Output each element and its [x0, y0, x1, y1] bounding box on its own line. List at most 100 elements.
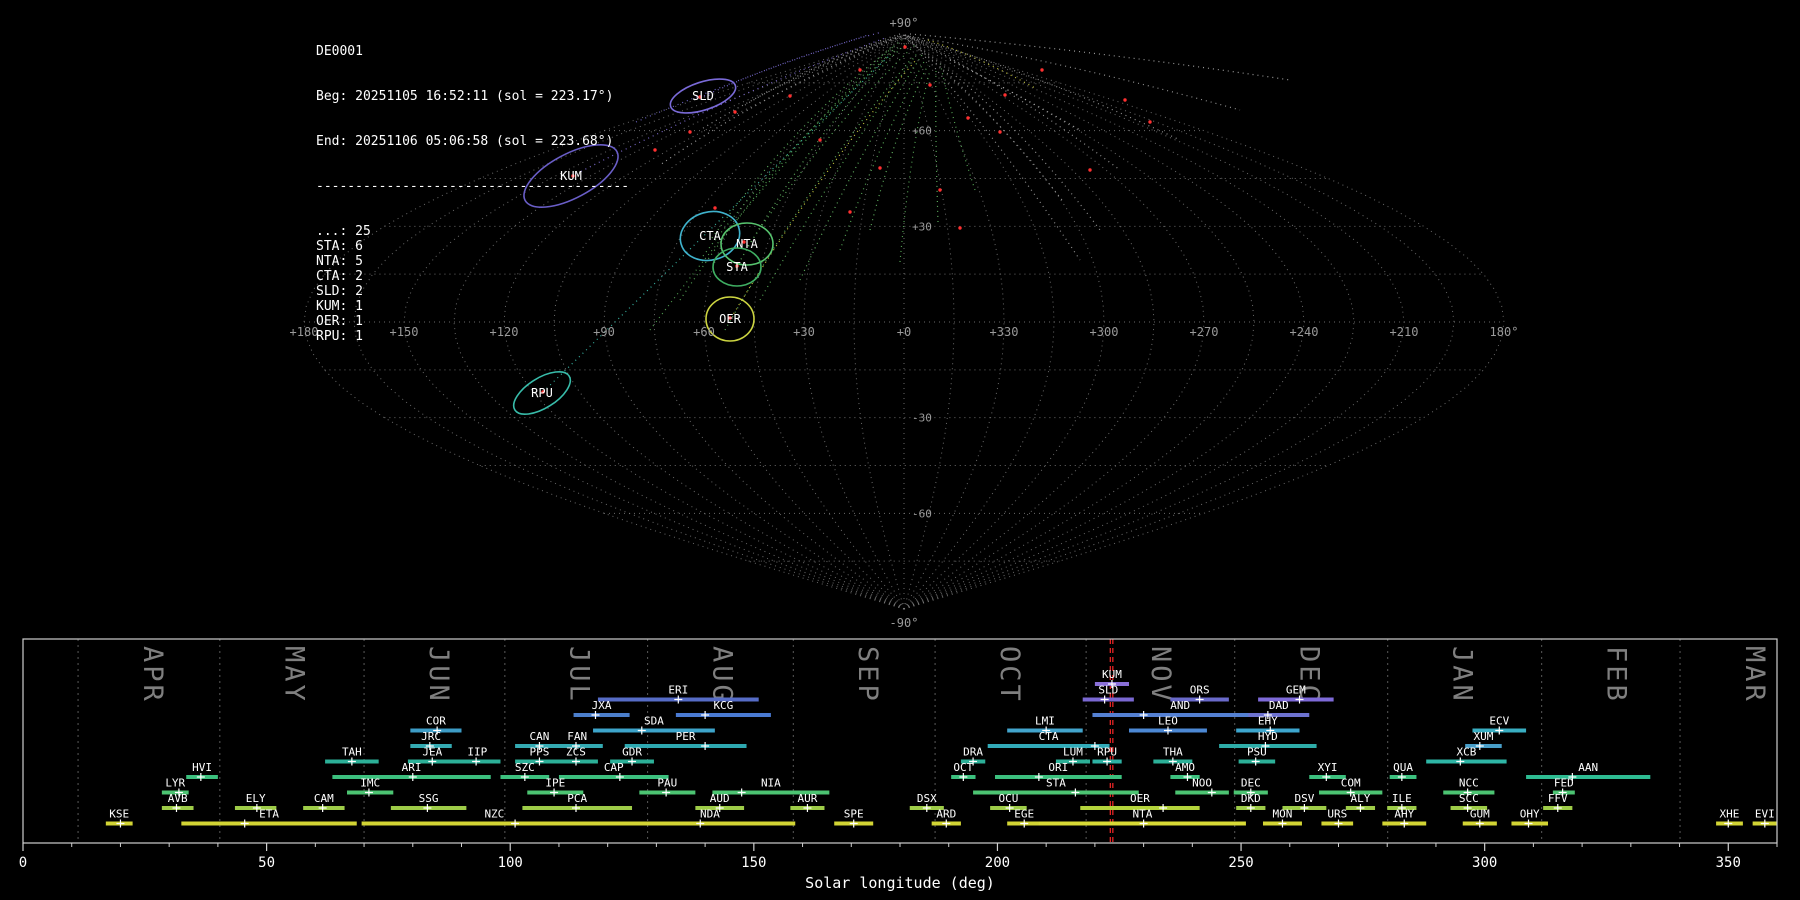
- shower-label-XHE: XHE: [1720, 808, 1740, 821]
- shower-label-CAP: CAP: [604, 761, 624, 774]
- meteor-streams: [542, 31, 1291, 393]
- shower-label-SDA: SDA: [644, 715, 664, 728]
- tick-label: 350: [1716, 855, 1741, 871]
- stream-trail: [759, 51, 919, 301]
- stream-trail: [747, 44, 916, 247]
- shower-bar-CAP: [558, 775, 669, 779]
- peak-marker-NTA: [1139, 819, 1148, 828]
- peak-marker-OER: [1159, 804, 1168, 812]
- month-label: FEB: [1600, 646, 1631, 704]
- shower-label-URS: URS: [1327, 808, 1347, 821]
- meteor-point: [713, 206, 717, 210]
- shower-label-SLD: SLD: [1098, 684, 1118, 697]
- shower-bar-NOO: [1175, 790, 1229, 795]
- shower-bar-AAN: [1526, 775, 1651, 779]
- peak-marker-HVI: [196, 773, 205, 781]
- legend-count-cta: CTA: 2: [316, 269, 363, 284]
- shower-label-AHY: AHY: [1394, 808, 1414, 821]
- shower-label-FED: FED: [1554, 777, 1574, 790]
- legend-station: DE0001: [316, 44, 363, 59]
- peak-marker-ORS: [1195, 695, 1204, 704]
- shower-label-DAD: DAD: [1269, 699, 1289, 712]
- radiant-label-OER: OER: [719, 312, 741, 326]
- peak-marker-ZCS: [571, 757, 580, 766]
- shower-label-JEA: JEA: [422, 746, 442, 759]
- peak-marker-KCG: [701, 711, 710, 719]
- meteor-point: [878, 166, 882, 170]
- peak-marker-PER: [701, 742, 710, 750]
- shower-label-PPS: PPS: [530, 746, 550, 759]
- shower-label-LEO: LEO: [1158, 715, 1178, 728]
- shower-label-NDA: NDA: [700, 808, 720, 821]
- shower-label-IMC: IMC: [360, 777, 380, 790]
- peak-marker-JXA: [591, 711, 600, 719]
- shower-label-NIA: NIA: [761, 777, 781, 790]
- peak-marker-AND: [1139, 711, 1148, 719]
- stream-trail: [730, 59, 917, 319]
- shower-label-GDR: GDR: [622, 746, 642, 759]
- meteor-point: [1148, 120, 1152, 124]
- peak-marker-QUA: [1397, 773, 1406, 781]
- shower-label-OHY: OHY: [1520, 808, 1540, 821]
- peak-marker-STA: [1071, 788, 1080, 797]
- month-label: NOV: [1145, 646, 1176, 704]
- stream-trail: [635, 34, 869, 123]
- shower-label-MON: MON: [1273, 808, 1293, 821]
- legend-beg: Beg: 20251105 16:52:11 (sol = 223.17°): [316, 89, 614, 104]
- shower-label-ELY: ELY: [246, 792, 266, 805]
- meteor-point: [1123, 98, 1127, 102]
- radiant-label-RPU: RPU: [531, 386, 553, 400]
- lat-label: +30: [912, 220, 932, 233]
- peak-marker-SPE: [849, 819, 858, 828]
- lon-label: +240: [1290, 325, 1319, 339]
- legend-end: End: 20251106 05:06:58 (sol = 223.68°): [316, 134, 614, 149]
- shower-label-ZCS: ZCS: [566, 746, 586, 759]
- shower-label-OER: OER: [1130, 792, 1150, 805]
- peak-marker-SZC: [520, 773, 529, 781]
- pole-label-south: -90°: [890, 616, 919, 630]
- shower-label-PER: PER: [676, 730, 696, 743]
- peak-marker-ERI: [674, 695, 683, 704]
- shower-label-RPU: RPU: [1097, 746, 1117, 759]
- meteor-point: [938, 188, 942, 192]
- shower-label-PAU: PAU: [657, 777, 677, 790]
- peak-marker-AVB: [172, 804, 181, 812]
- month-label: JAN: [1446, 646, 1477, 704]
- lon-label: +270: [1190, 325, 1219, 339]
- shower-label-ALY: ALY: [1350, 792, 1370, 805]
- shower-label-HYD: HYD: [1258, 730, 1278, 743]
- shower-label-ETA: ETA: [259, 808, 279, 821]
- shower-bar-JXA: [573, 713, 630, 717]
- peak-marker-PAU: [662, 788, 671, 797]
- month-label: MAY: [279, 646, 310, 704]
- peak-marker-ALY: [1356, 804, 1365, 812]
- legend-count-rpu: RPU: 1: [316, 329, 363, 344]
- lon-label: +300: [1090, 325, 1119, 339]
- tick-label: 300: [1472, 855, 1497, 871]
- peak-marker-XHE: [1724, 819, 1733, 828]
- shower-bar-KCG: [675, 713, 771, 717]
- legend-count-nta: NTA: 5: [316, 254, 363, 269]
- shower-label-CTA: CTA: [1039, 730, 1059, 743]
- stream-trail: [744, 33, 901, 106]
- peak-marker-GDR: [628, 757, 637, 766]
- shower-label-TAH: TAH: [342, 746, 362, 759]
- shower-label-ORI: ORI: [1048, 761, 1068, 774]
- tick-label: 150: [741, 855, 766, 871]
- shower-label-DEC: DEC: [1241, 777, 1261, 790]
- shower-bar-XCB: [1426, 759, 1507, 764]
- shower-label-DSV: DSV: [1294, 792, 1314, 805]
- meteor-point: [928, 83, 932, 87]
- shower-bar-SDA: [593, 728, 715, 733]
- shower-label-AUD: AUD: [710, 792, 730, 805]
- peak-marker-NOO: [1207, 788, 1216, 797]
- stream-trail: [679, 44, 896, 301]
- meteor-point: [958, 226, 962, 230]
- meteor-point: [903, 45, 907, 49]
- peak-marker-IIP: [472, 757, 481, 766]
- shower-label-STA: STA: [1046, 777, 1066, 790]
- shower-bar-AND: [1092, 713, 1268, 717]
- shower-label-ARD: ARD: [936, 808, 956, 821]
- shower-label-LMI: LMI: [1035, 715, 1055, 728]
- legend-count-spo: ...: 25: [316, 224, 371, 239]
